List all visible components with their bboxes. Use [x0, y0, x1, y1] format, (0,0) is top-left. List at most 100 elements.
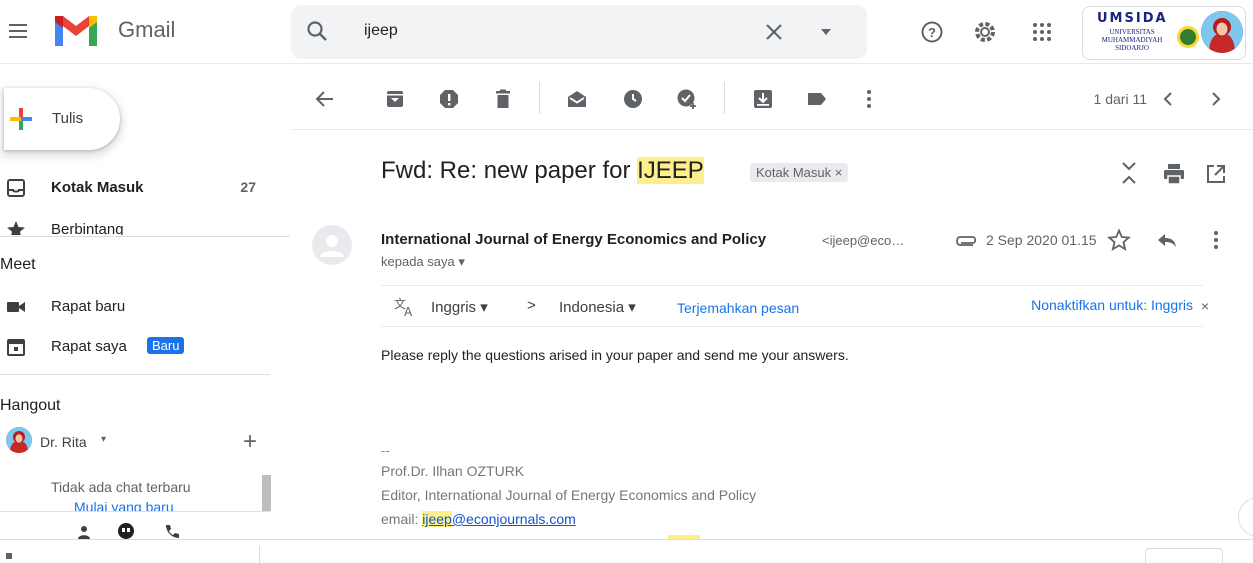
sender-name[interactable]: International Journal of Energy Economic… [381, 231, 766, 248]
gmail-logo-icon[interactable] [51, 12, 101, 55]
start-new-chat-link[interactable]: Mulai yang baru [74, 499, 174, 511]
chevron-left-icon[interactable] [1157, 88, 1179, 115]
add-icon[interactable]: + [243, 428, 257, 456]
hangout-heading: Hangout [0, 397, 61, 414]
highlight-fragment [668, 535, 700, 539]
email-link[interactable]: ijeep@econjournals.com [422, 511, 576, 527]
clear-search-icon[interactable] [761, 19, 787, 45]
chevron-right-icon: > [527, 297, 536, 314]
gear-icon[interactable] [972, 19, 998, 45]
divider [0, 511, 270, 512]
org-logo-subtext: UNIVERSITAS MUHAMMADIYAH SIDOARJO [1101, 28, 1163, 52]
sender-email: <ijeep@eco… [822, 233, 905, 248]
person-icon[interactable] [74, 522, 94, 540]
translate-message-link[interactable]: Terjemahkan pesan [677, 300, 799, 316]
divider [539, 82, 540, 114]
hangout-user-switcher[interactable]: Dr. Rita ▾ + [0, 425, 270, 459]
phone-icon[interactable] [162, 522, 182, 540]
new-meeting-label: Rapat baru [51, 298, 126, 315]
sidebar-item-starred[interactable]: Berbintang [0, 215, 270, 235]
signature-role: Editor, International Journal of Energy … [381, 487, 757, 503]
reply-icon[interactable] [1155, 228, 1179, 252]
search-options-icon[interactable] [819, 25, 833, 44]
mark-unread-icon[interactable] [566, 88, 588, 110]
back-arrow-icon[interactable] [314, 88, 336, 110]
account-switcher[interactable]: UMSIDA UNIVERSITAS MUHAMMADIYAH SIDOARJO [1082, 6, 1246, 60]
print-icon[interactable] [1162, 163, 1186, 185]
avatar [6, 427, 32, 453]
subject-highlight: IJEEP [637, 157, 704, 184]
calendar-icon [6, 337, 26, 357]
report-spam-icon[interactable] [438, 88, 460, 110]
subject-text: Fwd: Re: new paper for [381, 157, 638, 184]
bottom-action-button[interactable] [1145, 548, 1223, 563]
sidebar-scrollbar[interactable] [262, 475, 271, 511]
search-bar[interactable]: ijeep [291, 5, 867, 59]
star-icon[interactable] [1107, 228, 1131, 252]
compose-plus-icon [8, 106, 34, 132]
expand-icon[interactable] [6, 553, 12, 559]
avatar[interactable] [1201, 11, 1243, 53]
more-options-icon[interactable] [858, 88, 880, 110]
divider [724, 82, 725, 114]
side-panel-toggle[interactable] [1238, 497, 1253, 537]
new-meeting-button[interactable]: Rapat baru [0, 292, 270, 322]
apps-grid-icon[interactable] [1031, 21, 1053, 43]
collapse-all-icon[interactable] [1118, 160, 1140, 186]
svg-text:?: ? [928, 25, 936, 40]
signature-email: email: ijeep@econjournals.com [381, 511, 576, 527]
disable-translate-link[interactable]: Nonaktifkan untuk: Inggris [1031, 297, 1193, 313]
message-body: Please reply the questions arised in you… [381, 347, 849, 363]
compose-button[interactable]: Tulis [4, 88, 120, 150]
org-logo-text: UMSIDA [1097, 11, 1168, 26]
sender-avatar[interactable] [312, 225, 352, 265]
app-name: Gmail [118, 17, 176, 42]
email-subject: Fwd: Re: new paper for IJEEP [381, 157, 704, 185]
translate-bar: 文A Inggris ▾ > Indonesia ▾ Terjemahkan p… [381, 285, 1209, 327]
chevron-down-icon: ▾ [101, 434, 107, 445]
chevron-right-icon[interactable] [1205, 88, 1227, 115]
label-icon[interactable] [806, 88, 828, 110]
sidebar-item-inbox[interactable]: Kotak Masuk 27 [0, 173, 270, 203]
compose-label: Tulis [52, 110, 84, 127]
hangout-tabs [62, 518, 202, 540]
email-label: email: [381, 511, 423, 527]
no-chats-text: Tidak ada chat terbaru [51, 479, 191, 495]
recipient-details[interactable]: kepada saya ▾ [381, 254, 465, 270]
search-icon[interactable] [305, 19, 329, 43]
video-camera-icon [6, 297, 26, 317]
message-date: 2 Sep 2020 01.15 [986, 232, 1097, 248]
message-toolbar: 1 dari 11 [292, 68, 1253, 130]
divider [0, 374, 270, 375]
add-task-icon[interactable] [676, 88, 698, 110]
divider [259, 546, 260, 563]
signature-name: Prof.Dr. Ilhan OZTURK [381, 463, 525, 479]
chat-bubble-icon[interactable] [116, 522, 136, 540]
delete-icon[interactable] [492, 88, 514, 110]
main-menu-icon[interactable] [8, 20, 30, 42]
star-icon [6, 220, 26, 235]
my-meetings-button[interactable]: Rapat saya [0, 332, 270, 362]
my-meetings-label: Rapat saya [51, 338, 127, 355]
sidebar-item-label: Berbintang [51, 221, 124, 235]
help-icon[interactable]: ? [920, 20, 944, 44]
pagination-text: 1 dari 11 [1093, 91, 1147, 107]
source-language-select[interactable]: Inggris ▾ [431, 298, 488, 316]
close-icon[interactable]: × [1201, 298, 1209, 314]
svg-text:A: A [404, 305, 413, 319]
clock-icon[interactable] [622, 88, 644, 110]
search-input[interactable]: ijeep [364, 22, 398, 40]
translate-icon: 文A [393, 295, 417, 319]
email-highlight: ijeep [422, 511, 452, 527]
new-badge: Baru [147, 337, 185, 354]
meet-heading: Meet [0, 256, 36, 273]
archive-icon[interactable] [384, 88, 406, 110]
inbox-label-chip[interactable]: Kotak Masuk × [750, 163, 849, 182]
open-new-window-icon[interactable] [1205, 163, 1227, 185]
target-language-select[interactable]: Indonesia ▾ [559, 298, 636, 316]
org-seal-icon [1177, 26, 1199, 48]
more-options-icon[interactable] [1208, 228, 1224, 252]
move-to-icon[interactable] [752, 88, 774, 110]
email-domain: @econjournals.com [451, 511, 576, 527]
signature-separator: -- [381, 443, 390, 458]
